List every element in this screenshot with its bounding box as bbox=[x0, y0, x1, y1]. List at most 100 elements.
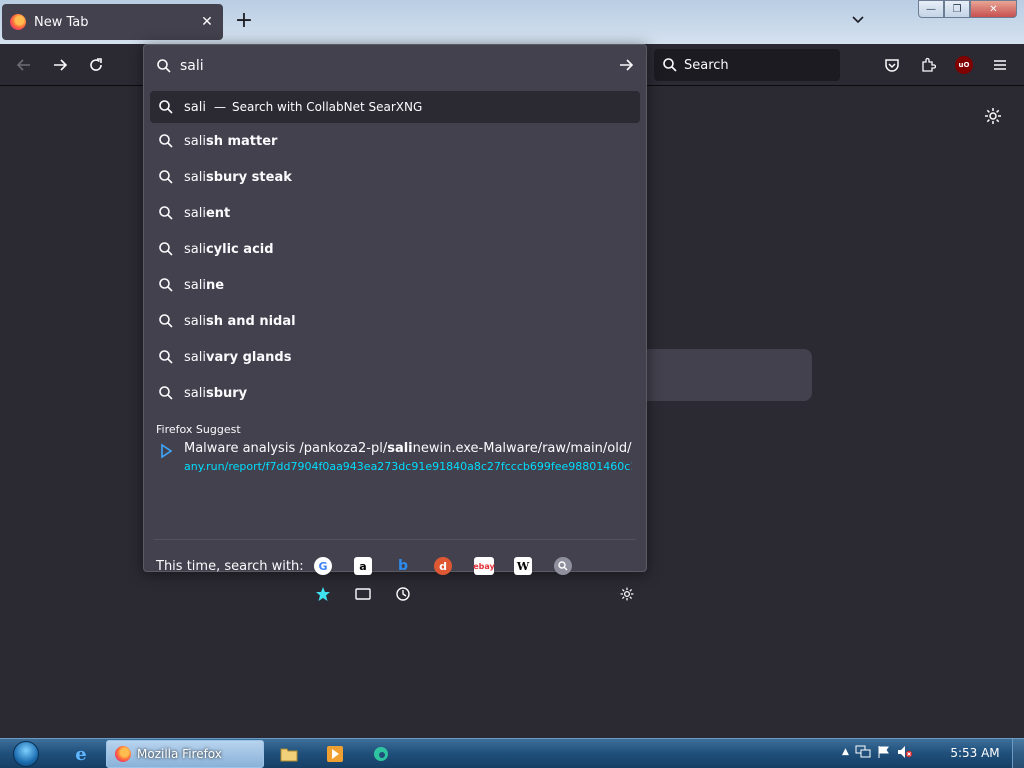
ebay-engine-icon[interactable]: ebay bbox=[473, 557, 495, 575]
maximize-button[interactable]: ❐ bbox=[944, 0, 970, 18]
search-icon bbox=[159, 170, 173, 184]
action-center-flag-icon[interactable] bbox=[877, 745, 891, 759]
tab-new-tab[interactable]: New Tab ✕ bbox=[2, 4, 223, 40]
search-suggestion-row[interactable]: sali ent bbox=[150, 195, 640, 231]
suggestion-typed: sali bbox=[184, 385, 206, 401]
ublock-icon: uO bbox=[955, 56, 973, 74]
search-bar[interactable]: Search bbox=[654, 49, 840, 81]
internet-explorer-icon[interactable]: e bbox=[70, 743, 92, 765]
search-suggestion-row[interactable]: sali sh and nidal bbox=[150, 303, 640, 339]
arrow-left-icon bbox=[16, 59, 30, 71]
history-search-button[interactable] bbox=[394, 585, 412, 603]
search-icon bbox=[157, 59, 171, 73]
close-window-button[interactable]: ✕ bbox=[970, 0, 1017, 18]
search-settings-button[interactable] bbox=[618, 585, 636, 603]
urlbar-input[interactable]: sali bbox=[144, 45, 646, 87]
tabs-search-button[interactable] bbox=[354, 585, 372, 603]
result-separator: — bbox=[213, 100, 226, 114]
reload-icon bbox=[90, 58, 102, 71]
search-suggestion-row[interactable]: sali ne bbox=[150, 267, 640, 303]
reload-button[interactable] bbox=[84, 53, 108, 77]
searxng-engine-icon[interactable] bbox=[554, 557, 572, 575]
search-suggestion-row[interactable]: sali cylic acid bbox=[150, 231, 640, 267]
media-player-icon[interactable] bbox=[324, 743, 346, 765]
network-icon[interactable] bbox=[855, 745, 871, 759]
suggestion-completion: vary glands bbox=[205, 349, 292, 365]
urlbar-results: sali — Search with CollabNet SearXNG sal… bbox=[150, 91, 640, 485]
edge-logo-icon bbox=[374, 747, 388, 761]
result-action-text: Search with CollabNet SearXNG bbox=[231, 100, 423, 114]
folder-icon bbox=[280, 748, 298, 762]
arrow-right-icon bbox=[620, 59, 634, 71]
search-suggestion-row[interactable]: sali sbury bbox=[150, 375, 640, 411]
new-tab-button[interactable]: + bbox=[232, 10, 256, 34]
list-all-tabs-button[interactable] bbox=[848, 12, 868, 32]
search-engine-result[interactable]: sali — Search with CollabNet SearXNG bbox=[150, 91, 640, 123]
suggestion-typed: sali bbox=[184, 241, 206, 257]
back-button[interactable] bbox=[12, 53, 36, 77]
start-button[interactable] bbox=[6, 740, 46, 768]
windows-logo-icon bbox=[13, 741, 39, 767]
extensions-button[interactable] bbox=[916, 53, 940, 77]
minimize-button[interactable]: — bbox=[918, 0, 944, 18]
suggestion-typed: sali bbox=[184, 349, 206, 365]
show-desktop-button[interactable] bbox=[1012, 739, 1024, 768]
urlbar-value: sali bbox=[180, 58, 204, 74]
go-button[interactable] bbox=[618, 57, 634, 77]
system-tray: ▲ bbox=[842, 745, 913, 759]
play-icon bbox=[327, 746, 343, 762]
suggestion-completion: ne bbox=[205, 277, 225, 293]
firefox-suggest-result[interactable]: Malware analysis /pankoza2-pl/salinewin.… bbox=[150, 441, 640, 485]
one-off-label: This time, search with: bbox=[156, 559, 304, 574]
suggestion-completion: sh matter bbox=[205, 133, 278, 149]
window-controls: — ❐ ✕ bbox=[918, 0, 1017, 18]
suggestion-typed: sali bbox=[184, 133, 206, 149]
wikipedia-engine-icon[interactable]: W bbox=[514, 557, 532, 575]
tab-title: New Tab bbox=[34, 14, 89, 30]
pocket-button[interactable] bbox=[880, 53, 904, 77]
file-explorer-icon[interactable] bbox=[278, 743, 300, 765]
search-suggestion-row[interactable]: sali vary glands bbox=[150, 339, 640, 375]
new-tab-search-box[interactable] bbox=[640, 349, 812, 401]
duckduckgo-engine-icon[interactable]: d bbox=[434, 557, 452, 575]
search-icon bbox=[159, 206, 173, 220]
ublock-origin-button[interactable]: uO bbox=[952, 53, 976, 77]
pocket-icon bbox=[885, 59, 899, 72]
app-menu-button[interactable] bbox=[988, 53, 1012, 77]
search-icon bbox=[159, 350, 173, 364]
windows-taskbar: e Mozilla Firefox ▲ 5:53 AM bbox=[0, 738, 1024, 768]
edge-icon[interactable] bbox=[370, 743, 392, 765]
results-divider bbox=[154, 539, 636, 540]
firefox-icon bbox=[115, 746, 131, 762]
search-suggestion-row[interactable]: sali sbury steak bbox=[150, 159, 640, 195]
suggestion-typed: sali bbox=[184, 205, 206, 221]
clock-icon bbox=[396, 587, 410, 601]
bing-engine-icon[interactable]: b bbox=[394, 557, 412, 575]
amazon-engine-icon[interactable]: a bbox=[354, 557, 372, 575]
suggestion-completion: ent bbox=[205, 205, 231, 221]
suggestion-completion: sh and nidal bbox=[205, 313, 296, 329]
show-hidden-icons-icon[interactable]: ▲ bbox=[842, 747, 849, 757]
google-engine-icon[interactable]: G bbox=[314, 557, 332, 575]
search-icon bbox=[159, 242, 173, 256]
search-icon bbox=[663, 58, 677, 72]
search-icon bbox=[159, 100, 173, 114]
search-icon bbox=[159, 386, 173, 400]
taskbar-clock[interactable]: 5:53 AM bbox=[944, 746, 1006, 760]
suggestion-typed: sali bbox=[184, 277, 206, 293]
anyrun-play-icon bbox=[161, 443, 173, 459]
search-suggestion-row[interactable]: sali sh matter bbox=[150, 123, 640, 159]
suggestion-typed: sali bbox=[184, 169, 206, 185]
taskbar-task-label: Mozilla Firefox bbox=[137, 747, 222, 761]
search-bar-placeholder: Search bbox=[684, 57, 729, 73]
personalize-new-tab-button[interactable] bbox=[983, 106, 1003, 126]
chevron-down-icon bbox=[852, 16, 864, 24]
taskbar-firefox-button[interactable]: Mozilla Firefox bbox=[106, 740, 264, 768]
firefox-suggest-label: Firefox Suggest bbox=[156, 423, 241, 436]
firefox-icon bbox=[10, 14, 26, 30]
bookmarks-search-button[interactable] bbox=[314, 585, 332, 603]
volume-muted-icon[interactable] bbox=[897, 745, 913, 759]
suggestion-completion: sbury bbox=[205, 385, 248, 401]
forward-button[interactable] bbox=[48, 53, 72, 77]
tab-close-button[interactable]: ✕ bbox=[199, 14, 215, 30]
